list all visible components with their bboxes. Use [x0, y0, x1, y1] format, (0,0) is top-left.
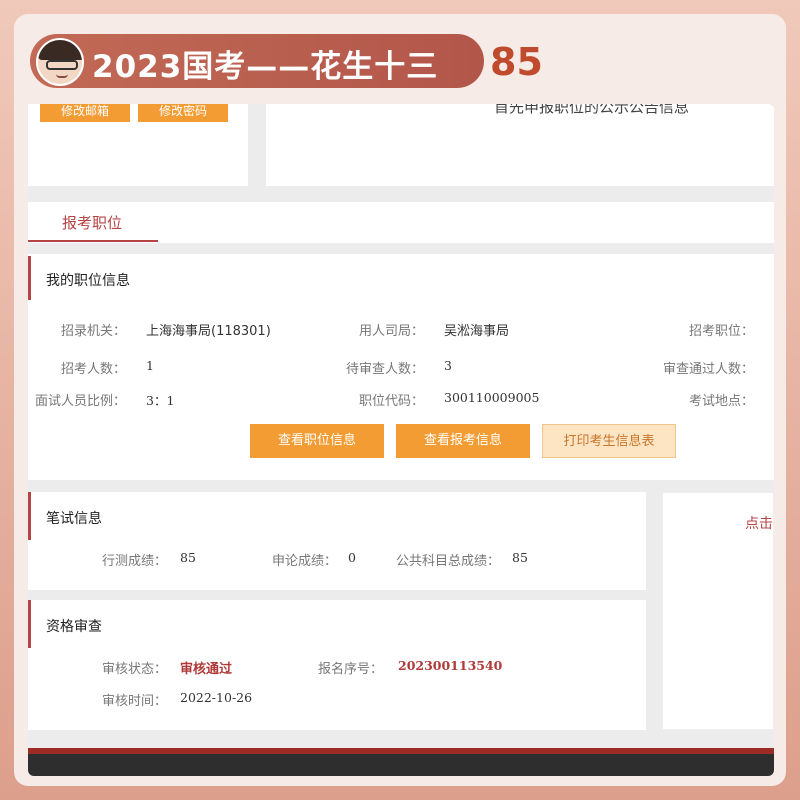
quota-value: 1 — [146, 358, 154, 373]
position-label: 招考职位： — [688, 324, 754, 339]
review-time-label: 审核时间： — [102, 694, 168, 709]
notice-text: 首先申报职位的公示公告信息 — [494, 104, 690, 116]
tab-bar: 报考职位 — [28, 202, 774, 244]
shenlun-value: 0 — [348, 550, 356, 565]
footer-bar — [28, 754, 774, 776]
total-label: 公共科目总成绩： — [396, 554, 501, 569]
registration-number-label: 报名序号： — [318, 662, 384, 677]
view-position-button[interactable]: 查看职位信息 — [250, 424, 384, 458]
shenlun-label: 申论成绩： — [272, 554, 338, 569]
avatar — [36, 38, 84, 86]
edit-email-button[interactable]: 修改邮箱 — [40, 104, 130, 122]
view-application-button[interactable]: 查看报考信息 — [396, 424, 530, 458]
interview-ratio-label: 面试人员比例： — [34, 394, 126, 409]
interview-ratio-value: 3：1 — [146, 393, 175, 408]
section-marker — [28, 600, 31, 648]
quota-label: 招考人数： — [60, 362, 126, 377]
written-exam-panel: 笔试信息 行测成绩： 85 申论成绩： 0 公共科目总成绩： 85 — [28, 492, 646, 590]
print-form-button[interactable]: 打印考生信息表 — [542, 424, 676, 458]
position-info-title: 我的职位信息 — [46, 273, 130, 289]
edit-password-button[interactable]: 修改密码 — [138, 104, 228, 122]
banner-score: 85 — [490, 40, 543, 84]
notice-panel: 首先申报职位的公示公告信息 — [266, 104, 774, 186]
registration-number-value: 202300113540 — [398, 658, 503, 673]
review-status-label: 审核状态： — [102, 662, 168, 677]
side-panel: 点击 — [662, 492, 774, 730]
passed-label: 审查通过人数： — [662, 362, 754, 377]
side-link[interactable]: 点击 — [745, 513, 773, 533]
exam-site-label: 考试地点： — [688, 394, 754, 409]
total-value: 85 — [512, 550, 528, 565]
recruiting-agency-value: 上海海事局(118301) — [146, 324, 271, 339]
xingce-value: 85 — [180, 550, 196, 565]
employing-bureau-value: 吴淞海事局 — [444, 324, 510, 339]
pending-label: 待审查人数： — [345, 362, 424, 377]
section-marker — [28, 256, 31, 300]
xingce-label: 行测成绩： — [102, 554, 168, 569]
employing-bureau-label: 用人司局： — [358, 324, 424, 339]
section-marker — [28, 492, 31, 540]
banner-title: 2023国考——花生十三 — [92, 49, 439, 85]
written-exam-title: 笔试信息 — [46, 511, 102, 527]
position-code-label: 职位代码： — [358, 394, 424, 409]
account-panel: 修改邮箱 修改密码 — [28, 104, 248, 186]
screenshot-area: 修改邮箱 修改密码 首先申报职位的公示公告信息 报考职位 我的职位信息 招录机关… — [28, 104, 774, 776]
recruiting-agency-label: 招录机关： — [60, 324, 126, 339]
pending-value: 3 — [444, 358, 452, 373]
position-code-value: 300110009005 — [444, 390, 540, 405]
tab-active-indicator — [28, 240, 158, 242]
review-time-value: 2022-10-26 — [180, 690, 253, 705]
review-status-value: 审核通过 — [180, 662, 233, 677]
qualification-panel: 资格审查 审核状态： 审核通过 报名序号： 202300113540 审核时间：… — [28, 600, 646, 730]
tab-apply-position[interactable]: 报考职位 — [62, 212, 122, 233]
qualification-title: 资格审查 — [46, 619, 102, 635]
